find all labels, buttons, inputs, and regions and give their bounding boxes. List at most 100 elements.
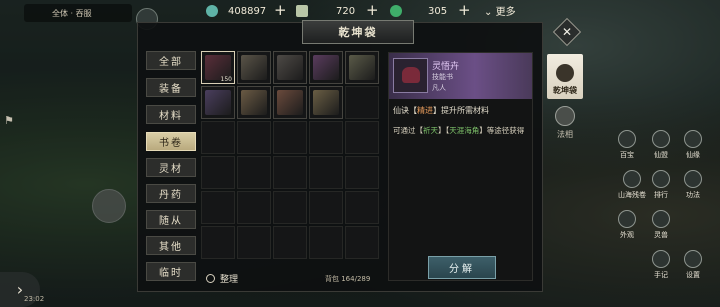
chevron-down-icon: ⌄: [484, 7, 493, 18]
spirit-stone-amount: 305: [428, 5, 448, 17]
item-icon: [313, 55, 339, 80]
category-tab[interactable]: 装备: [146, 78, 196, 97]
category-tab[interactable]: 全部: [146, 51, 196, 70]
hud-label: 灵兽: [654, 231, 668, 239]
inventory-slot-item[interactable]: [237, 51, 271, 84]
source-link-qitian[interactable]: 祈天: [423, 126, 438, 135]
silver-icon: [206, 5, 218, 17]
item-icon: [277, 55, 303, 80]
category-tab[interactable]: 临时: [146, 262, 196, 281]
inventory-slot-item[interactable]: [309, 51, 343, 84]
category-tab[interactable]: 其他: [146, 236, 196, 255]
item-icon: [205, 90, 231, 115]
item-rank: 凡人: [432, 84, 446, 92]
inventory-slot-item[interactable]: [273, 86, 307, 119]
inventory-slot-empty: [345, 191, 379, 224]
inventory-slot-empty: [201, 226, 235, 259]
close-icon: ✕: [561, 25, 573, 39]
hud-button[interactable]: 仙缘: [684, 130, 702, 160]
channel-text: 全体 · 吞服: [52, 8, 92, 18]
inventory-slot-item[interactable]: [309, 86, 343, 119]
category-tab[interactable]: 材料: [146, 105, 196, 124]
hud-button[interactable]: 仙盟: [652, 130, 670, 160]
flag-icon[interactable]: ⚑: [4, 114, 20, 130]
panel-title: 乾坤袋: [302, 20, 414, 44]
item-icon: [277, 90, 303, 115]
inventory-slot-item[interactable]: 150: [201, 51, 235, 84]
item-detail-header: 灵悟卉 技能书 凡人: [389, 53, 532, 99]
more-label: 更多: [495, 7, 516, 18]
side-tab-bag-label: 乾坤袋: [553, 86, 577, 95]
more-button[interactable]: ⌄ 更多: [484, 3, 516, 18]
inventory-slot-item[interactable]: [345, 51, 379, 84]
category-tab[interactable]: 丹药: [146, 184, 196, 203]
inventory-slot-item[interactable]: [273, 51, 307, 84]
hud-button[interactable]: 手记: [652, 250, 670, 280]
inventory-slot-empty: [237, 226, 271, 259]
inventory-slot-empty: [309, 191, 343, 224]
hud-icon: [618, 130, 636, 148]
sort-label: 整理: [220, 275, 239, 285]
desc-suffix: 】提升所需材料: [433, 106, 489, 115]
inventory-slot-empty: [273, 226, 307, 259]
inventory-slot-item[interactable]: [201, 86, 235, 119]
pouch-icon: [556, 64, 574, 82]
side-tab-faxiang-label: 法相: [557, 130, 573, 139]
category-tab[interactable]: 随从: [146, 210, 196, 229]
jade-icon: [296, 5, 308, 17]
item-description: 仙诀【精进】提升所需材料: [393, 105, 489, 116]
hud-button[interactable]: 灵兽: [652, 210, 670, 240]
hud-button[interactable]: 百宝: [618, 130, 636, 160]
silver-amount: 408897: [228, 5, 267, 17]
item-quantity: 150: [220, 76, 232, 83]
hud-button[interactable]: 排行: [652, 170, 670, 200]
inventory-slot-empty: [309, 156, 343, 189]
item-detail-panel: 灵悟卉 技能书 凡人 仙诀【精进】提升所需材料 可通过【祈天】【天涯海角】等途径…: [388, 52, 533, 281]
hud-label: 排行: [654, 191, 668, 199]
inventory-slot-empty: [345, 226, 379, 259]
spirit-stone-add-button[interactable]: +: [458, 1, 471, 19]
inventory-slot-empty: [345, 156, 379, 189]
decompose-button[interactable]: 分解: [428, 256, 496, 279]
item-icon: [241, 55, 267, 80]
jade-currency: 720: [296, 3, 355, 19]
hud-button[interactable]: 山海残卷: [618, 170, 646, 200]
category-tab[interactable]: 书卷: [146, 132, 196, 151]
inventory-slot-empty: [237, 191, 271, 224]
hud-button[interactable]: 外观: [618, 210, 636, 240]
inventory-slot-empty: [345, 121, 379, 154]
hud-button[interactable]: 设置: [684, 250, 702, 280]
inventory-slot-item[interactable]: [237, 86, 271, 119]
category-tab[interactable]: 灵材: [146, 158, 196, 177]
side-tab-bag[interactable]: 乾坤袋: [547, 54, 583, 99]
hud-icon: [652, 210, 670, 228]
inventory-slot-empty: [237, 156, 271, 189]
chevron-right-icon: ›: [16, 280, 24, 299]
hud-label: 仙缘: [686, 151, 700, 159]
item-icon: [349, 55, 375, 80]
item-detail-icon: [393, 58, 428, 93]
item-name: 灵悟卉: [432, 62, 460, 72]
refresh-icon: [206, 274, 215, 283]
hud-icon: [684, 170, 702, 188]
inventory-slot-empty: [237, 121, 271, 154]
item-icon: [241, 90, 267, 115]
faxiang-icon: [555, 106, 575, 126]
movement-joystick[interactable]: [92, 189, 126, 223]
source-link-tianya[interactable]: 天涯海角: [449, 126, 479, 135]
sort-button[interactable]: 整理: [206, 272, 238, 285]
hud-icon: [684, 130, 702, 148]
desc-prefix: 仙诀【: [393, 106, 417, 115]
item-icon: [313, 90, 339, 115]
item-source: 可通过【祈天】【天涯海角】等途径获得: [393, 125, 531, 137]
side-tab-faxiang[interactable]: 法相: [547, 98, 583, 143]
hud-button[interactable]: 功法: [684, 170, 702, 200]
jade-add-button[interactable]: +: [366, 1, 379, 19]
channel-indicator[interactable]: 全体 · 吞服: [24, 4, 132, 22]
jade-amount: 720: [336, 5, 356, 17]
bag-capacity: 背包 164/289: [325, 275, 371, 283]
silver-add-button[interactable]: +: [274, 1, 287, 19]
hud-label: 设置: [686, 271, 700, 279]
inventory-slot-empty: [309, 121, 343, 154]
hud-label: 功法: [686, 191, 700, 199]
